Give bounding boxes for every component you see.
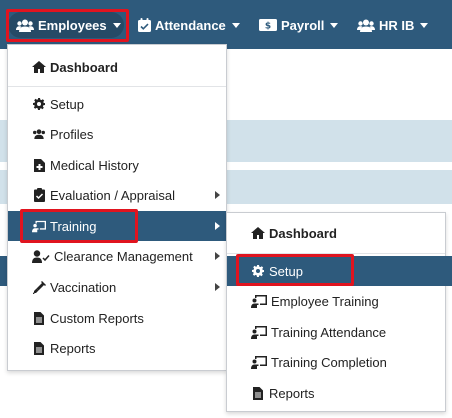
nav-hr-ib[interactable]: HR IB [357,12,429,38]
chevron-down-icon [330,22,339,28]
chalkboard-teacher-icon [251,325,267,339]
menu-item-label: Profiles [50,126,94,142]
chalkboard-teacher-icon [251,355,267,369]
nav-payroll-label: Payroll [281,17,325,33]
users-icon [32,128,46,140]
svg-text:$: $ [265,22,271,32]
nav-employees[interactable]: Employees [8,12,124,38]
chalkboard-teacher-icon [251,294,267,308]
menu-item-clearance-management[interactable]: Clearance Management [8,241,226,271]
top-navbar: Employees Attendance $ Payroll HR IB [0,0,452,49]
menu-item-label: Dashboard [50,59,118,75]
calendar-check-icon [138,18,151,32]
submenu-item-label: Setup [269,263,303,279]
menu-item-label: Evaluation / Appraisal [50,187,176,203]
chalkboard-teacher-icon [32,220,46,233]
menu-item-label: Custom Reports [50,310,144,326]
file-icon [251,386,265,400]
gear-icon [251,265,265,277]
menu-item-evaluation-appraisal[interactable]: Evaluation / Appraisal [8,180,226,210]
nav-employees-label: Employees [38,17,107,33]
chevron-right-icon [215,283,220,291]
chevron-right-icon [215,191,220,199]
submenu-item-dashboard[interactable]: Dashboard [227,218,445,248]
chevron-down-icon [420,22,429,28]
menu-item-medical-history[interactable]: Medical History [8,150,226,180]
submenu-item-training-attendance[interactable]: Training Attendance [227,317,445,347]
gear-icon [32,98,46,110]
menu-item-profiles[interactable]: Profiles [8,119,226,149]
nav-attendance[interactable]: Attendance [138,12,240,38]
money-bill-icon: $ [259,19,277,31]
home-icon [251,227,265,239]
submenu-item-label: Training Completion [271,354,387,370]
file-icon [32,311,46,325]
menu-item-label: Clearance Management [54,248,193,264]
medical-file-icon [32,158,46,172]
users-icon [357,19,375,32]
chevron-down-icon [112,22,121,28]
syringe-icon [32,280,46,294]
submenu-item-label: Employee Training [271,293,379,309]
nav-payroll[interactable]: $ Payroll [259,12,339,38]
submenu-item-setup[interactable]: Setup [227,256,452,286]
chevron-down-icon [231,22,240,28]
menu-item-training[interactable]: Training [8,211,226,241]
menu-item-reports[interactable]: Reports [8,333,226,363]
submenu-item-label: Dashboard [269,225,337,241]
file-icon [32,341,46,355]
menu-item-label: Vaccination [50,279,117,295]
menu-item-label: Medical History [50,157,139,173]
menu-item-dashboard[interactable]: Dashboard [8,52,226,82]
menu-item-setup[interactable]: Setup [8,89,226,119]
clipboard-check-icon [32,188,46,202]
chevron-right-icon [215,222,220,230]
training-submenu: Dashboard Setup Employee Training Traini… [226,212,452,412]
submenu-item-training-completion[interactable]: Training Completion [227,347,445,377]
user-check-icon [32,249,50,263]
menu-item-label: Training [50,218,97,234]
submenu-item-reports[interactable]: Reports [227,378,445,408]
submenu-item-employee-training[interactable]: Employee Training [227,286,445,316]
menu-item-custom-reports[interactable]: Custom Reports [8,303,226,333]
employees-dropdown-menu: Dashboard Setup Profiles Medical History… [7,44,227,371]
menu-divider [8,86,226,87]
nav-attendance-label: Attendance [155,17,226,33]
users-icon [16,19,34,32]
menu-divider [227,253,445,254]
submenu-item-label: Training Attendance [271,324,387,340]
menu-item-label: Setup [50,96,84,112]
menu-item-label: Reports [50,340,96,356]
home-icon [32,61,46,73]
nav-hr-ib-label: HR IB [379,17,415,33]
menu-item-vaccination[interactable]: Vaccination [8,272,226,302]
submenu-item-label: Reports [269,385,315,401]
chevron-right-icon [215,252,220,260]
